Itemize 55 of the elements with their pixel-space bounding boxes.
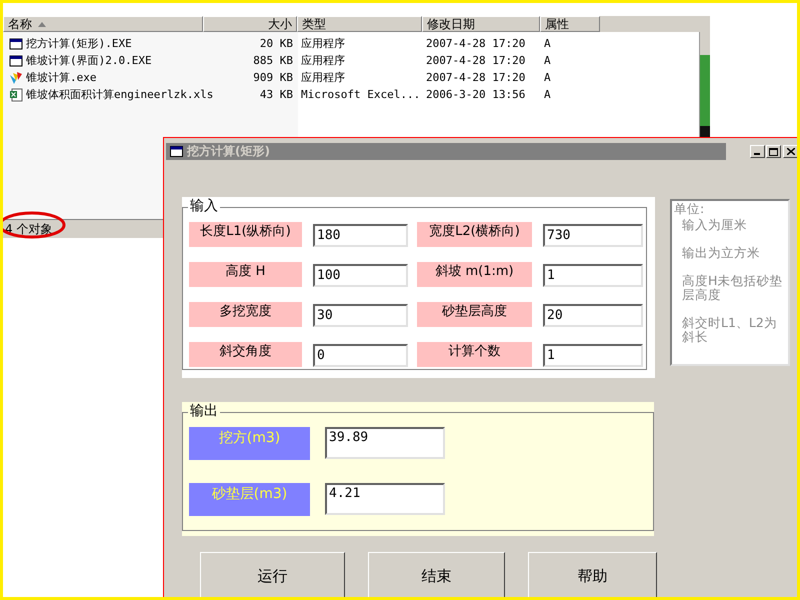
file-date: 2006-3-20 13:56 [425, 88, 526, 101]
file-date: 2007-4-28 17:20 [425, 54, 526, 67]
file-date: 2007-4-28 17:20 [425, 71, 526, 84]
units-note: 输入为厘米 [681, 218, 748, 232]
file-attributes: A [543, 54, 552, 67]
dialog-button[interactable]: 运行 [200, 552, 345, 597]
result-label: 砂垫层(m3) [189, 483, 310, 516]
result-label: 挖方(m3) [189, 427, 310, 460]
file-name[interactable]: 锥坡计算(界面)2.0.EXE [25, 53, 156, 68]
input-field[interactable]: 0 [313, 344, 408, 367]
field-label: 多挖宽度 [189, 302, 302, 327]
dialog-button[interactable]: 结束 [368, 552, 505, 597]
column-header[interactable]: 名称 [3, 16, 203, 32]
file-size: 885 KB [252, 54, 294, 67]
field-label: 高度 H [189, 262, 302, 287]
group-legend: 输出 [188, 403, 220, 420]
units-note: 输出为立方米 [681, 246, 761, 260]
column-header[interactable]: 属性 [540, 16, 600, 32]
file-type: 应用程序 [300, 53, 346, 68]
group-legend: 输入 [188, 198, 220, 215]
file-attributes: A [543, 88, 552, 101]
file-name[interactable]: 挖方计算(矩形).EXE [25, 36, 136, 51]
column-header[interactable]: 类型 [297, 16, 422, 32]
dialog-button[interactable]: 帮助 [528, 552, 657, 597]
result-field[interactable]: 4.21 [325, 483, 445, 515]
result-field[interactable]: 39.89 [325, 427, 445, 459]
file-type: Microsoft Excel... [300, 88, 422, 101]
file-attributes: A [543, 71, 552, 84]
file-size: 909 KB [252, 71, 294, 84]
column-header[interactable]: 大小 [203, 16, 297, 32]
file-name[interactable]: 锥坡计算.exe [25, 70, 100, 85]
input-field[interactable]: 1 [543, 264, 643, 287]
file-date: 2007-4-28 17:20 [425, 37, 526, 50]
file-type: 应用程序 [300, 36, 346, 51]
field-label: 斜交角度 [189, 342, 302, 367]
column-header[interactable]: 修改日期 [422, 16, 540, 32]
field-label: 长度L1(纵桥向) [189, 222, 302, 247]
input-field[interactable]: 180 [313, 224, 408, 247]
input-field[interactable]: 30 [313, 304, 408, 327]
field-label: 计算个数 [417, 342, 532, 367]
file-name[interactable]: 锥坡体积面积计算engineerlzk.xls [25, 87, 218, 102]
units-note: 斜交时L1、L2为斜长 [681, 316, 778, 344]
units-note: 高度H未包括砂垫层高度 [681, 274, 784, 302]
file-type: 应用程序 [300, 70, 346, 85]
field-label: 宽度L2(横桥向) [417, 222, 532, 247]
input-field[interactable]: 100 [313, 264, 408, 287]
window-title: 挖方计算(矩形) [186, 143, 271, 160]
field-label: 斜坡 m(1:m) [417, 262, 532, 287]
file-attributes: A [543, 37, 552, 50]
units-title: 单位: [674, 202, 706, 216]
file-size: 20 KB [258, 37, 294, 50]
input-field[interactable]: 20 [543, 304, 643, 327]
input-field[interactable]: 1 [543, 344, 643, 367]
field-label: 砂垫层高度 [417, 302, 532, 327]
input-field[interactable]: 730 [543, 224, 643, 247]
